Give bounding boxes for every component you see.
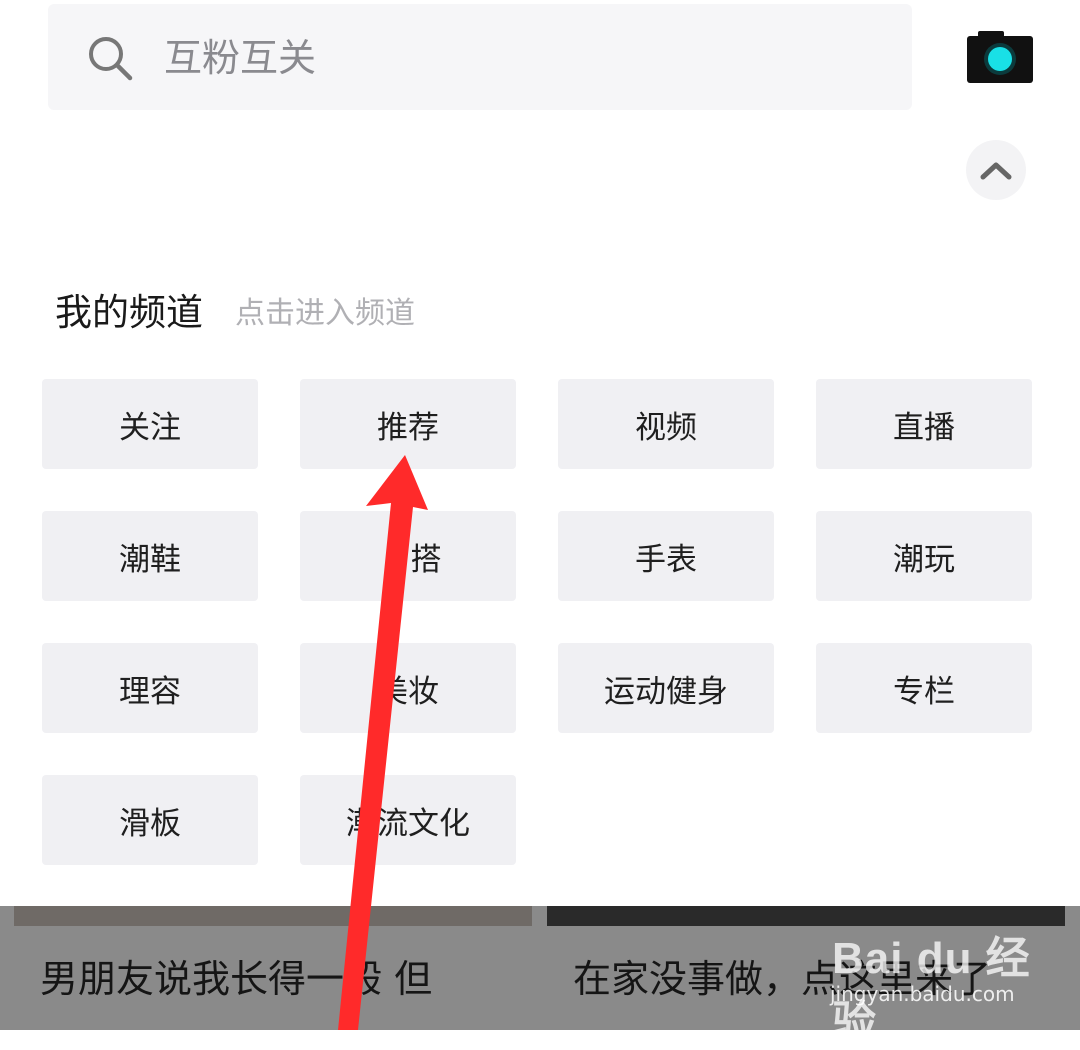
camera-icon[interactable] xyxy=(966,30,1034,84)
channel-chip-shipin[interactable]: 视频 xyxy=(558,379,774,469)
baidu-jingyan-watermark: Bai du 经验 jingyan.baidu.com xyxy=(830,912,1052,1047)
feed-card[interactable]: 男朋友说我长得一般 但 xyxy=(14,906,532,1030)
channel-chip-yundong[interactable]: 运动健身 xyxy=(558,643,774,733)
channel-chip-tuijian[interactable]: 推荐 xyxy=(300,379,516,469)
channel-chip-zhuanlan[interactable]: 专栏 xyxy=(816,643,1032,733)
search-input[interactable]: 互粉互关 xyxy=(164,34,316,82)
channel-chip-chuanda[interactable]: 搭 xyxy=(300,511,516,601)
channel-chip-chaoliu[interactable]: 潮流文化 xyxy=(300,775,516,865)
channel-chip-label: 搭 xyxy=(410,541,442,578)
collapse-button[interactable] xyxy=(966,140,1026,200)
channel-chip-chaowan[interactable]: 潮玩 xyxy=(816,511,1032,601)
channel-chip-shoubiao[interactable]: 手表 xyxy=(558,511,774,601)
card-image xyxy=(14,906,532,926)
channel-chip-huaban[interactable]: 滑板 xyxy=(42,775,258,865)
chevron-up-icon xyxy=(980,162,1012,180)
section-title: 我的频道 xyxy=(55,291,203,334)
channel-chip-chaoxie[interactable]: 潮鞋 xyxy=(42,511,258,601)
channel-chip-meizhuang[interactable]: 美妆 xyxy=(300,643,516,733)
channel-chip-lirong[interactable]: 理容 xyxy=(42,643,258,733)
card-title: 男朋友说我长得一般 但 xyxy=(40,957,433,1001)
search-icon xyxy=(89,37,133,81)
section-hint: 点击进入频道 xyxy=(235,296,415,331)
channel-chip-guanzhu[interactable]: 关注 xyxy=(42,379,258,469)
channel-chip-zhibo[interactable]: 直播 xyxy=(816,379,1032,469)
watermark-url: jingyan.baidu.com xyxy=(830,982,1015,1006)
